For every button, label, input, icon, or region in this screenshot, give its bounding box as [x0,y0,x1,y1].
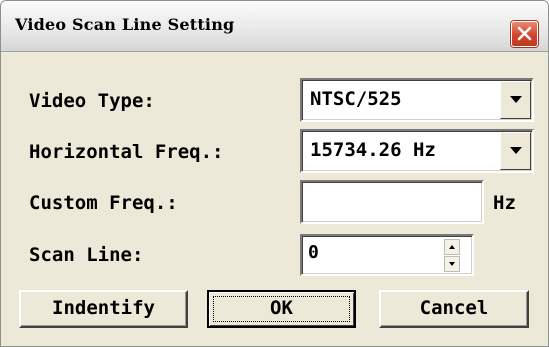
video-type-label: Video Type: [29,90,155,112]
scan-line-spinner[interactable]: 0 [300,234,474,276]
scan-line-label: Scan Line: [29,244,144,266]
close-button[interactable] [511,21,538,47]
video-type-dropdown-button[interactable] [500,81,531,119]
horizontal-freq-label: Horizontal Freq.: [29,141,224,163]
title-bar[interactable]: Video Scan Line Setting [1,1,548,52]
video-type-select[interactable]: NTSC/525 [300,78,534,122]
custom-freq-label: Custom Freq.: [29,192,178,214]
arrow-down-icon [449,262,455,266]
ok-button-label: OK [270,297,293,319]
video-type-value: NTSC/525 [310,88,402,110]
horizontal-freq-select[interactable]: 15734.26 Hz [300,129,534,173]
dialog-window: Video Scan Line Setting Video Type: NTSC… [0,0,549,347]
custom-freq-input[interactable] [300,180,484,224]
arrow-up-icon [449,245,455,249]
identify-button[interactable]: Indentify [19,290,188,328]
window-title: Video Scan Line Setting [15,15,235,34]
spin-down-button[interactable] [444,256,460,272]
chevron-down-icon [510,96,522,103]
horizontal-freq-dropdown-button[interactable] [500,132,531,170]
ok-button[interactable]: OK [207,290,356,328]
custom-freq-unit: Hz [493,192,516,214]
cancel-button[interactable]: Cancel [379,290,529,328]
close-icon [517,26,532,41]
chevron-down-icon [510,147,522,154]
spin-up-button[interactable] [444,239,460,255]
scan-line-value: 0 [308,242,319,263]
scan-line-spin-buttons [444,239,460,273]
horizontal-freq-value: 15734.26 Hz [310,139,436,161]
